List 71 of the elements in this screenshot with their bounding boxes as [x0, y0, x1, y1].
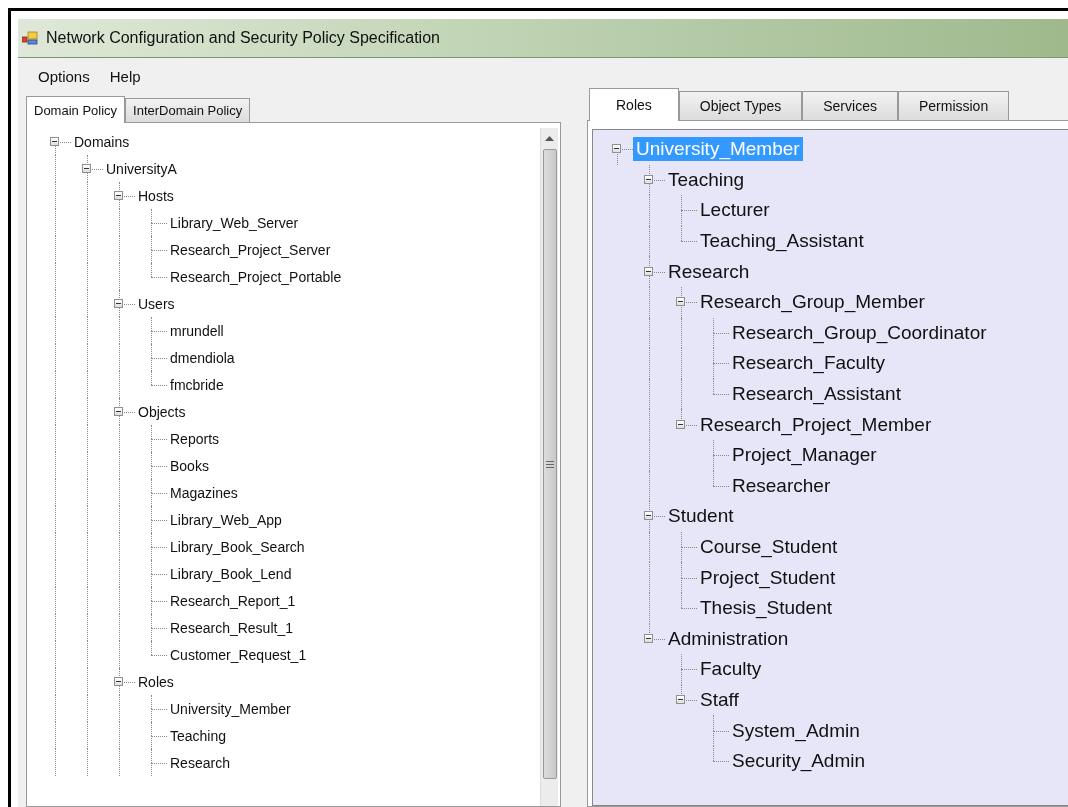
tree-item[interactable]: Magazines — [167, 483, 241, 502]
grip-icon — [545, 460, 554, 468]
tree-item[interactable]: Research_Project_Member — [697, 412, 935, 437]
tree-item[interactable]: Domains — [71, 132, 133, 151]
tree-item[interactable]: Library_Book_Lend — [167, 564, 295, 583]
collapse-toggle[interactable] — [114, 406, 123, 416]
tree-item[interactable]: Library_Book_Search — [167, 537, 308, 556]
tree-item[interactable]: Research_Group_Member — [697, 290, 928, 315]
collapse-toggle[interactable] — [50, 136, 59, 146]
tree-item[interactable]: Thesis_Student — [697, 596, 836, 621]
collapse-toggle[interactable] — [676, 297, 685, 307]
tree-item[interactable]: Research — [167, 753, 233, 772]
tree-item[interactable]: fmcbride — [167, 375, 227, 394]
tree-item[interactable]: Research_Group_Coordinator — [729, 320, 990, 345]
tree-item[interactable]: Research_Project_Server — [167, 240, 334, 259]
tree-item[interactable]: Project_Student — [697, 565, 839, 590]
collapse-toggle[interactable] — [114, 190, 123, 200]
scrollbar-thumb[interactable] — [542, 149, 557, 779]
tree-item[interactable]: Teaching — [167, 726, 230, 745]
scroll-up-arrow-icon[interactable] — [545, 136, 554, 141]
app-icon — [22, 31, 38, 45]
collapse-toggle[interactable] — [82, 163, 91, 173]
tree-item[interactable]: Research_Report_1 — [167, 591, 299, 610]
menu-item[interactable]: Help — [101, 66, 149, 87]
tree-item[interactable]: Research — [665, 259, 753, 284]
tree-item[interactable]: dmendiola — [167, 348, 238, 367]
tree-item[interactable]: Security_Admin — [729, 749, 869, 774]
tab[interactable]: Roles — [589, 88, 679, 121]
collapse-toggle[interactable] — [114, 676, 123, 686]
collapse-toggle[interactable] — [114, 298, 123, 308]
collapse-toggle[interactable] — [644, 633, 653, 643]
tree-item[interactable]: System_Admin — [729, 718, 863, 743]
tree-item[interactable]: Faculty — [697, 657, 765, 682]
tree-item[interactable]: Teaching — [665, 167, 748, 192]
tab[interactable]: InterDomain Policy — [125, 98, 251, 122]
tree-item[interactable]: Administration — [665, 626, 792, 651]
tree-item[interactable]: Lecturer — [697, 198, 773, 223]
tree-item[interactable]: Teaching_Assistant — [697, 229, 867, 254]
tree-item[interactable]: UniversityA — [103, 159, 180, 178]
collapse-toggle[interactable] — [612, 144, 621, 154]
collapse-toggle[interactable] — [644, 511, 653, 521]
tree-item[interactable]: Library_Web_App — [167, 510, 285, 529]
tree-item[interactable]: Research_Project_Portable — [167, 267, 345, 286]
tree-item[interactable]: Reports — [167, 429, 223, 448]
tree-item[interactable]: Books — [167, 456, 212, 475]
tree-item[interactable]: Users — [135, 294, 178, 313]
collapse-toggle[interactable] — [676, 695, 685, 704]
tree-item[interactable]: Research_Faculty — [729, 351, 889, 376]
tab[interactable]: Services — [802, 91, 898, 120]
tab[interactable]: Object Types — [678, 91, 803, 120]
menu-item[interactable]: Options — [30, 66, 98, 87]
collapse-toggle[interactable] — [644, 174, 653, 184]
tree-item[interactable]: Library_Web_Server — [167, 213, 302, 232]
tab[interactable]: Domain Policy — [26, 96, 126, 123]
tree-item[interactable]: Research_Assistant — [729, 382, 904, 407]
tree-item[interactable]: Project_Manager — [729, 443, 880, 468]
tree-item[interactable]: Roles — [135, 672, 177, 691]
collapse-toggle[interactable] — [644, 266, 653, 276]
tree-item[interactable]: University_Member — [167, 699, 294, 718]
tree-item[interactable]: Objects — [135, 402, 189, 421]
tab[interactable]: Permission — [897, 91, 1010, 120]
tree-item[interactable]: Hosts — [135, 186, 177, 205]
collapse-toggle[interactable] — [676, 419, 685, 429]
window-title: Network Configuration and Security Policy Specification — [46, 29, 440, 47]
tree-item[interactable]: Customer_Request_1 — [167, 645, 310, 664]
tree-item[interactable]: mrundell — [167, 321, 227, 340]
tree-item[interactable]: Researcher — [729, 473, 834, 498]
tree-item[interactable]: Student — [665, 504, 737, 529]
tree-item[interactable]: Course_Student — [697, 535, 841, 559]
tree-item[interactable]: Research_Result_1 — [167, 618, 296, 637]
tree-item[interactable]: Staff — [697, 688, 742, 712]
